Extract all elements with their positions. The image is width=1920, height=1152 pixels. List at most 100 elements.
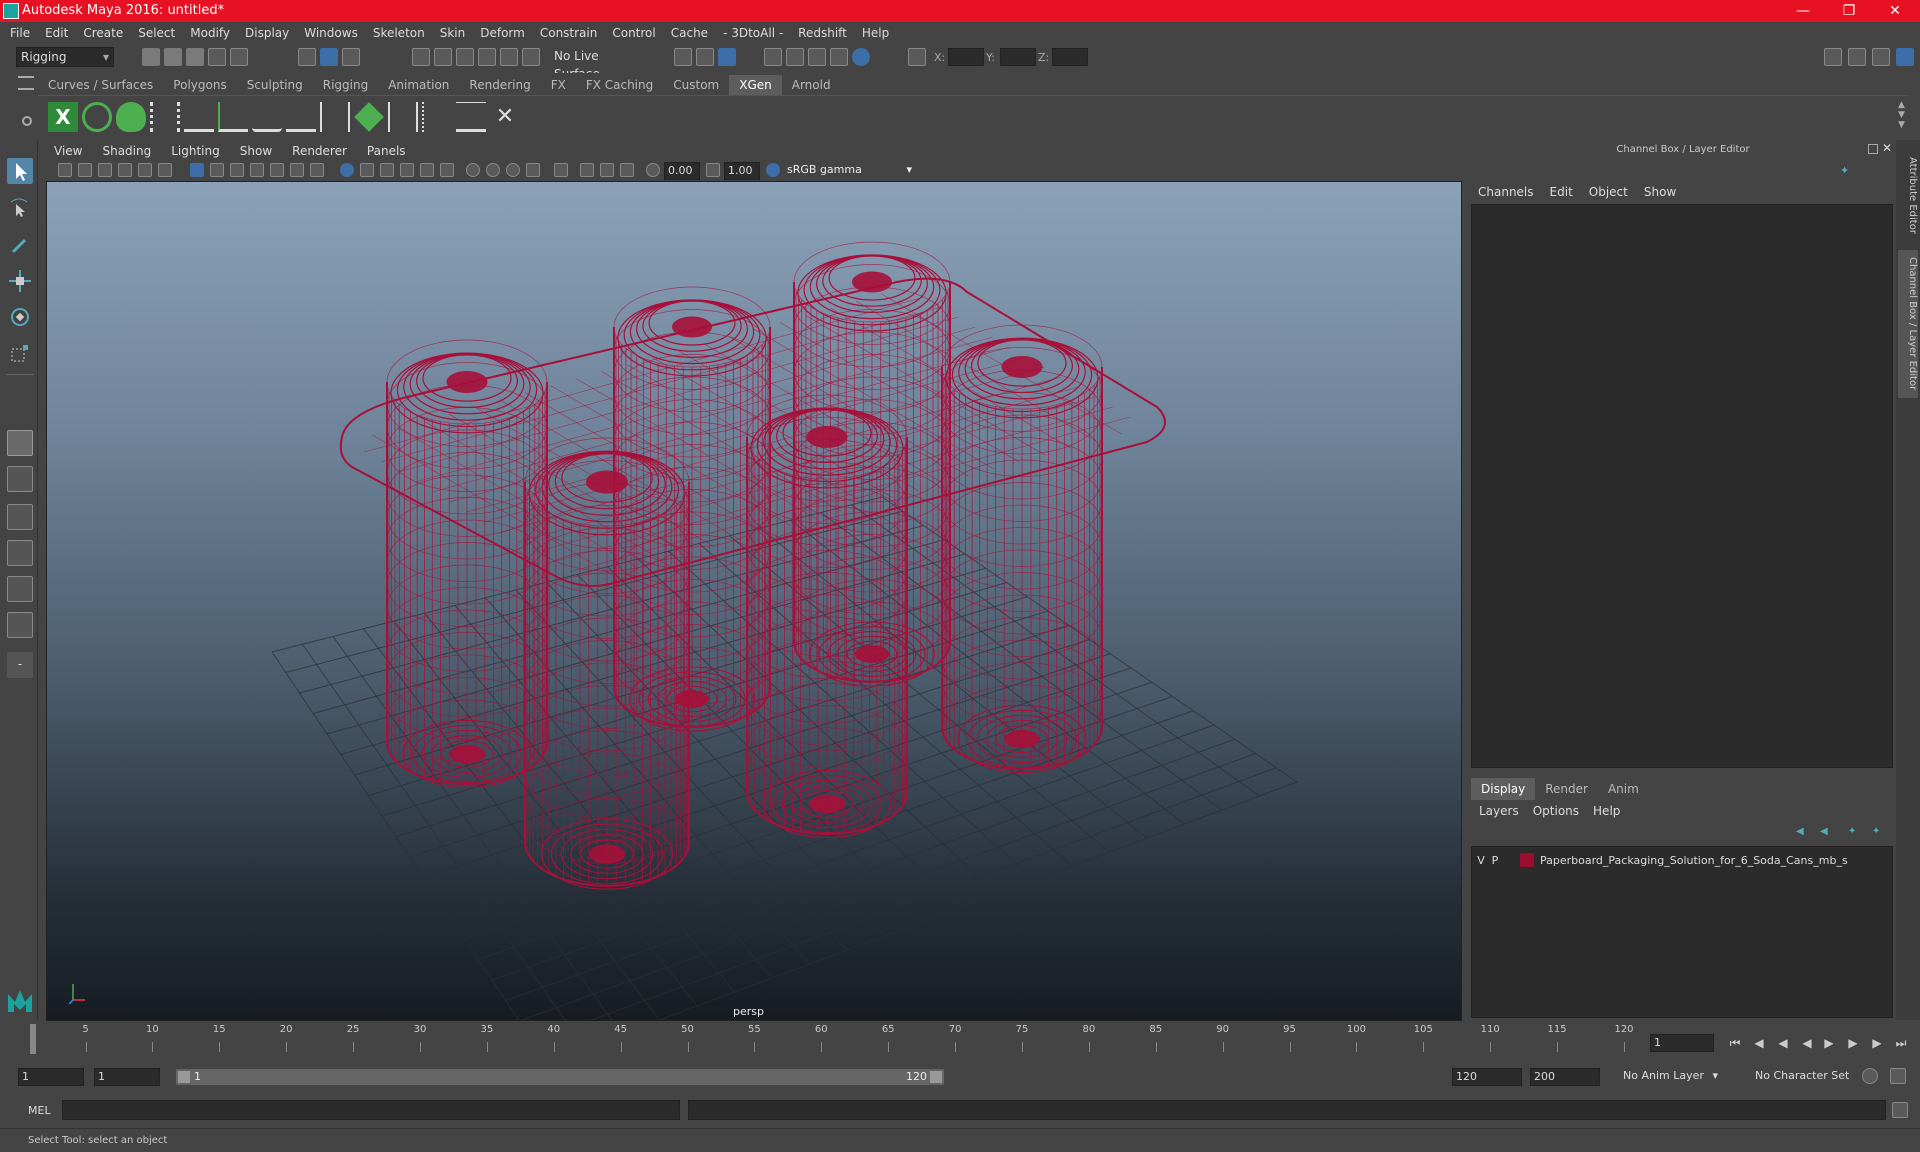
menu-redshift[interactable]: Redshift [798, 26, 847, 40]
snap-surface-icon[interactable] [500, 48, 518, 66]
step-back-frame-icon[interactable]: ◀ [1752, 1036, 1766, 1050]
two-d-pan-icon[interactable] [138, 163, 152, 177]
smooth-shade-icon[interactable] [360, 163, 374, 177]
undo-icon[interactable] [208, 48, 226, 66]
lasso-tool-icon[interactable] [7, 196, 33, 222]
step-forward-key-icon[interactable]: ▶ [1846, 1036, 1860, 1050]
menu-set-dropdown[interactable]: Rigging ▾ [16, 47, 114, 67]
safe-title-icon[interactable] [310, 163, 324, 177]
gamma-icon[interactable] [706, 163, 720, 177]
four-view-layout-icon[interactable] [7, 466, 33, 492]
menu-constrain[interactable]: Constrain [540, 26, 598, 40]
layer-row[interactable]: V P Paperboard_Packaging_Solution_for_6_… [1474, 849, 1890, 871]
menu-select[interactable]: Select [138, 26, 175, 40]
select-object-icon[interactable] [320, 48, 338, 66]
ipr-render-icon[interactable] [808, 48, 826, 66]
menu-windows[interactable]: Windows [304, 26, 358, 40]
play-forwards-icon[interactable]: ▶ [1822, 1036, 1836, 1050]
persp-hypershade-layout-icon[interactable] [7, 576, 33, 602]
go-to-end-icon[interactable]: ⏭ [1894, 1036, 1908, 1050]
xgen-guides-icon[interactable] [150, 102, 180, 132]
layer-name[interactable]: Paperboard_Packaging_Solution_for_6_Soda… [1540, 854, 1848, 867]
camera-attributes-icon[interactable] [78, 163, 92, 177]
range-start-handle[interactable] [178, 1071, 190, 1083]
y-field[interactable] [1000, 48, 1036, 66]
attribute-editor-side-tab[interactable]: Attribute Editor [1898, 150, 1918, 240]
auto-key-icon[interactable] [1862, 1068, 1878, 1084]
open-scene-icon[interactable] [164, 48, 182, 66]
xgen-editor-icon[interactable]: X [48, 102, 78, 132]
move-tool-icon[interactable] [7, 268, 33, 294]
render-current-icon[interactable] [786, 48, 804, 66]
minimize-button[interactable]: — [1780, 0, 1826, 22]
new-scene-icon[interactable] [142, 48, 160, 66]
xray-components-icon[interactable] [620, 163, 634, 177]
layer-tab-display[interactable]: Display [1471, 778, 1536, 800]
close-button[interactable]: ✕ [1872, 0, 1918, 22]
float-panel-icon[interactable] [1868, 144, 1878, 154]
menu-edit[interactable]: Edit [45, 26, 68, 40]
playback-end-field[interactable]: 120 [1452, 1068, 1522, 1086]
channel-box-menu-show[interactable]: Show [1644, 185, 1676, 199]
use-all-lights-icon[interactable] [420, 163, 434, 177]
shelf-tab-custom[interactable]: Custom [663, 75, 730, 95]
snap-together-icon[interactable] [522, 48, 540, 66]
camera-select-icon[interactable] [58, 163, 72, 177]
render-view-icon[interactable] [764, 48, 782, 66]
scene-end-field[interactable]: 200 [1530, 1068, 1600, 1086]
viewport-menu-view[interactable]: View [54, 144, 82, 158]
menu-3dtoall[interactable]: - 3DtoAll - [723, 26, 783, 40]
modeling-toolkit-icon[interactable] [1824, 48, 1842, 66]
wireframe-shading-icon[interactable] [340, 163, 354, 177]
xgen-lock-guide-icon[interactable] [286, 102, 316, 132]
step-forward-frame-icon[interactable]: ▶ [1870, 1036, 1884, 1050]
field-chart-icon[interactable] [270, 163, 284, 177]
menu-create[interactable]: Create [83, 26, 123, 40]
shelf-menu-icon[interactable] [18, 76, 34, 90]
x-field[interactable] [948, 48, 984, 66]
persp-graph-layout-icon[interactable] [7, 540, 33, 566]
channel-box-menu-edit[interactable]: Edit [1550, 185, 1573, 199]
menu-file[interactable]: File [10, 26, 30, 40]
shelf-tab-arnold[interactable]: Arnold [781, 75, 841, 95]
layer-menu-layers[interactable]: Layers [1479, 804, 1519, 818]
wireframe-on-shaded-icon[interactable] [380, 163, 394, 177]
safe-action-icon[interactable] [290, 163, 304, 177]
xgen-add-guide-icon[interactable] [218, 102, 248, 132]
anim-layer-dropdown[interactable]: No Anim Layer ▾ [1620, 1068, 1720, 1086]
bookmark-icon[interactable] [98, 163, 112, 177]
layer-tab-anim[interactable]: Anim [1598, 778, 1649, 800]
shelf-tab-rigging[interactable]: Rigging [312, 75, 379, 95]
xgen-eye-icon[interactable] [82, 102, 112, 132]
resolution-gate-icon[interactable] [230, 163, 244, 177]
step-back-key-icon[interactable]: ◀ [1776, 1036, 1790, 1050]
grease-pencil-icon[interactable] [158, 163, 172, 177]
current-frame-field[interactable]: 1 [1650, 1034, 1714, 1052]
viewport-menu-panels[interactable]: Panels [367, 144, 406, 158]
xray-joints-icon[interactable] [600, 163, 614, 177]
channel-box-toggle-icon[interactable] [1896, 48, 1914, 66]
layer-menu-options[interactable]: Options [1533, 804, 1579, 818]
menu-cache[interactable]: Cache [671, 26, 708, 40]
shelf-tab-polygons[interactable]: Polygons [163, 75, 237, 95]
textured-icon[interactable] [400, 163, 414, 177]
redo-icon[interactable] [230, 48, 248, 66]
save-scene-icon[interactable] [186, 48, 204, 66]
exposure-field[interactable]: 0.00 [664, 162, 700, 180]
perspective-viewport[interactable]: persp [46, 181, 1462, 1021]
z-field[interactable] [1052, 48, 1088, 66]
select-tool-icon[interactable] [7, 158, 33, 184]
viewport-menu-renderer[interactable]: Renderer [292, 144, 347, 158]
exposure-icon[interactable] [646, 163, 660, 177]
scale-tool-icon[interactable] [7, 340, 33, 366]
scene-start-field[interactable]: 1 [18, 1068, 84, 1086]
anti-aliasing-icon[interactable] [506, 163, 520, 177]
film-gate-icon[interactable] [210, 163, 224, 177]
go-to-start-icon[interactable]: ⏮ [1728, 1036, 1742, 1050]
isolate-select-icon[interactable] [554, 163, 568, 177]
shelf-tab-fx[interactable]: FX [540, 75, 576, 95]
paint-select-tool-icon[interactable] [7, 232, 33, 258]
xgen-remove-icon[interactable]: ✕ [490, 102, 520, 132]
playback-start-field[interactable]: 1 [94, 1068, 160, 1086]
transform-mode-icon[interactable] [908, 48, 926, 66]
